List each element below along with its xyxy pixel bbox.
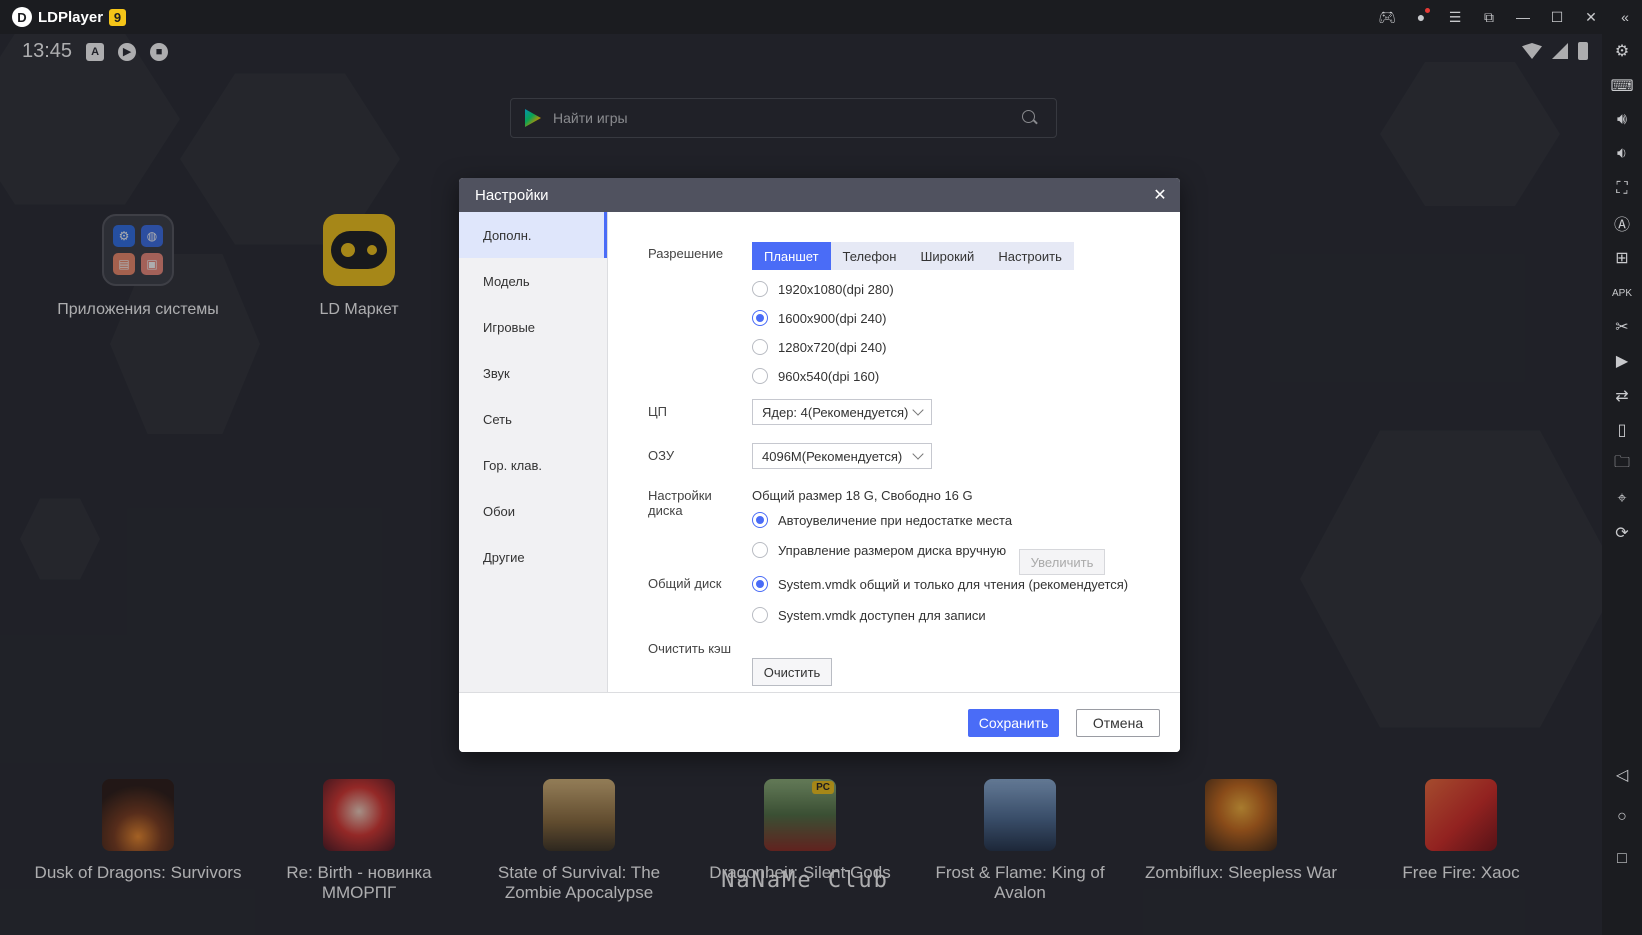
tab-custom[interactable]: Настроить (986, 242, 1074, 270)
right-toolbar: ⚙ ⌨ 🔊︎ 🔉︎ ⛶ Ⓐ ⊞ APK ✂ ▶ ⇄ ▯ 🗀 ⌖ ⟳ ◁ ○ □ (1602, 34, 1642, 935)
radio-button[interactable] (752, 310, 768, 326)
resolution-option[interactable]: 1600x900(dpi 240) (752, 310, 886, 326)
shared-disk-option[interactable]: System.vmdk общий и только для чтения (р… (752, 576, 1128, 592)
nav-item-model[interactable]: Модель (459, 258, 607, 304)
radio-button[interactable] (752, 339, 768, 355)
resolution-label: Разрешение (648, 246, 724, 261)
tab-phone[interactable]: Телефон (831, 242, 909, 270)
maximize-icon[interactable]: ☐ (1540, 0, 1574, 34)
resolution-option-label: 960x540(dpi 160) (778, 368, 880, 384)
collapse-sidebar-icon[interactable]: « (1608, 0, 1642, 34)
settings-dialog: Настройки ✕ Дополн. Модель Игровые Звук … (459, 178, 1180, 752)
disk-option-label: Автоувеличение при недостатке места (778, 512, 1013, 528)
minimize-icon[interactable]: — (1506, 0, 1540, 34)
increase-disk-button[interactable]: Увеличить (1019, 549, 1105, 575)
dialog-header: Настройки ✕ (459, 178, 1180, 212)
menu-icon[interactable]: ☰ (1438, 0, 1472, 34)
tab-tablet[interactable]: Планшет (752, 242, 831, 270)
shared-disk-label: Общий диск (648, 576, 722, 591)
add-app-icon[interactable]: ⊞ (1602, 243, 1642, 273)
home-icon[interactable]: ○ (1602, 802, 1642, 832)
settings-content: Разрешение Планшет Телефон Широкий Настр… (608, 212, 1180, 692)
keyboard-icon[interactable]: ⌨ (1602, 71, 1642, 101)
scissors-icon[interactable]: ✂ (1602, 312, 1642, 342)
ldplayer-logo-icon: D (12, 7, 32, 27)
app-name: LDPlayer (38, 8, 104, 26)
resolution-tabs: Планшет Телефон Широкий Настроить (752, 242, 1074, 270)
shared-disk-option[interactable]: System.vmdk доступен для записи (752, 607, 986, 623)
resolution-option-label: 1280x720(dpi 240) (778, 339, 887, 355)
restore-small-icon[interactable]: ⧉ (1472, 0, 1506, 34)
resolution-option[interactable]: 960x540(dpi 160) (752, 368, 879, 384)
dialog-title: Настройки (475, 186, 549, 204)
resolution-option-label: 1920x1080(dpi 280) (778, 281, 894, 297)
radio-button[interactable] (752, 542, 768, 558)
ram-select-value: 4096M(Рекомендуется) (762, 448, 903, 464)
nav-item-wallpaper[interactable]: Обои (459, 488, 607, 534)
disk-settings-label: Настройки диска (648, 488, 712, 518)
location-icon[interactable]: ⌖ (1602, 484, 1642, 514)
rotate-icon[interactable]: ⟳ (1602, 518, 1642, 548)
nav-item-hotkeys[interactable]: Гор. клав. (459, 442, 607, 488)
volume-down-icon[interactable]: 🔉︎ (1602, 139, 1642, 169)
radio-button[interactable] (752, 607, 768, 623)
account-icon[interactable]: ● (1404, 0, 1438, 34)
shake-icon[interactable]: ▯ (1602, 415, 1642, 445)
disk-option[interactable]: Автоувеличение при недостатке места (752, 512, 1012, 528)
back-icon[interactable]: ◁ (1602, 760, 1642, 790)
resolution-option-label: 1600x900(dpi 240) (778, 310, 887, 326)
close-icon[interactable]: ✕ (1150, 185, 1170, 205)
volume-up-icon[interactable]: 🔊︎ (1602, 105, 1642, 135)
close-icon[interactable]: ✕ (1574, 0, 1608, 34)
clear-cache-label: Очистить кэш (648, 641, 732, 656)
sync-icon[interactable]: ⇄ (1602, 381, 1642, 411)
operation-record-icon[interactable]: Ⓐ (1602, 208, 1642, 238)
save-button[interactable]: Сохранить (968, 709, 1059, 737)
title-bar: D LDPlayer 9 🎮︎ ● ☰ ⧉ — ☐ ✕ « (0, 0, 1642, 34)
shared-disk-option-label: System.vmdk общий и только для чтения (р… (778, 576, 1129, 592)
cpu-select-value: Ядер: 4(Рекомендуется) (762, 404, 909, 420)
nav-item-other[interactable]: Другие (459, 534, 607, 580)
version-badge: 9 (109, 8, 127, 26)
nav-item-advanced[interactable]: Дополн. (459, 212, 607, 258)
radio-button[interactable] (752, 368, 768, 384)
dialog-body: Дополн. Модель Игровые Звук Сеть Гор. кл… (459, 212, 1180, 692)
nav-item-game[interactable]: Игровые (459, 304, 607, 350)
screenshot-icon[interactable]: ⛶ (1602, 174, 1642, 204)
radio-button[interactable] (752, 281, 768, 297)
folder-icon[interactable]: 🗀 (1602, 449, 1642, 479)
ram-select[interactable]: 4096M(Рекомендуется) (752, 443, 932, 469)
app-logo: D LDPlayer 9 (12, 7, 127, 27)
clear-cache-button[interactable]: Очистить (752, 658, 832, 686)
apk-icon[interactable]: APK (1602, 278, 1642, 308)
radio-button[interactable] (752, 576, 768, 592)
settings-icon[interactable]: ⚙ (1602, 36, 1642, 66)
resolution-option[interactable]: 1280x720(dpi 240) (752, 339, 886, 355)
cpu-label: ЦП (648, 404, 667, 419)
nav-item-sound[interactable]: Звук (459, 350, 607, 396)
chevron-down-icon (912, 448, 924, 460)
tab-wide[interactable]: Широкий (908, 242, 986, 270)
gamepad-icon[interactable]: 🎮︎ (1370, 0, 1404, 34)
cancel-button[interactable]: Отмена (1076, 709, 1160, 737)
radio-button[interactable] (752, 512, 768, 528)
resolution-option[interactable]: 1920x1080(dpi 280) (752, 281, 894, 297)
disk-summary: Общий размер 18 G, Свободно 16 G (752, 488, 973, 503)
disk-option[interactable]: Управление размером диска вручную (752, 542, 1006, 558)
ram-label: ОЗУ (648, 448, 675, 463)
cpu-select[interactable]: Ядер: 4(Рекомендуется) (752, 399, 932, 425)
shared-disk-option-label: System.vmdk доступен для записи (778, 607, 986, 623)
settings-nav: Дополн. Модель Игровые Звук Сеть Гор. кл… (459, 212, 608, 692)
nav-item-network[interactable]: Сеть (459, 396, 607, 442)
disk-option-label: Управление размером диска вручную (778, 542, 1007, 558)
recent-apps-icon[interactable]: □ (1602, 844, 1642, 874)
chevron-down-icon (912, 404, 924, 416)
dialog-footer: Сохранить Отмена (459, 692, 1180, 752)
video-record-icon[interactable]: ▶ (1602, 346, 1642, 376)
